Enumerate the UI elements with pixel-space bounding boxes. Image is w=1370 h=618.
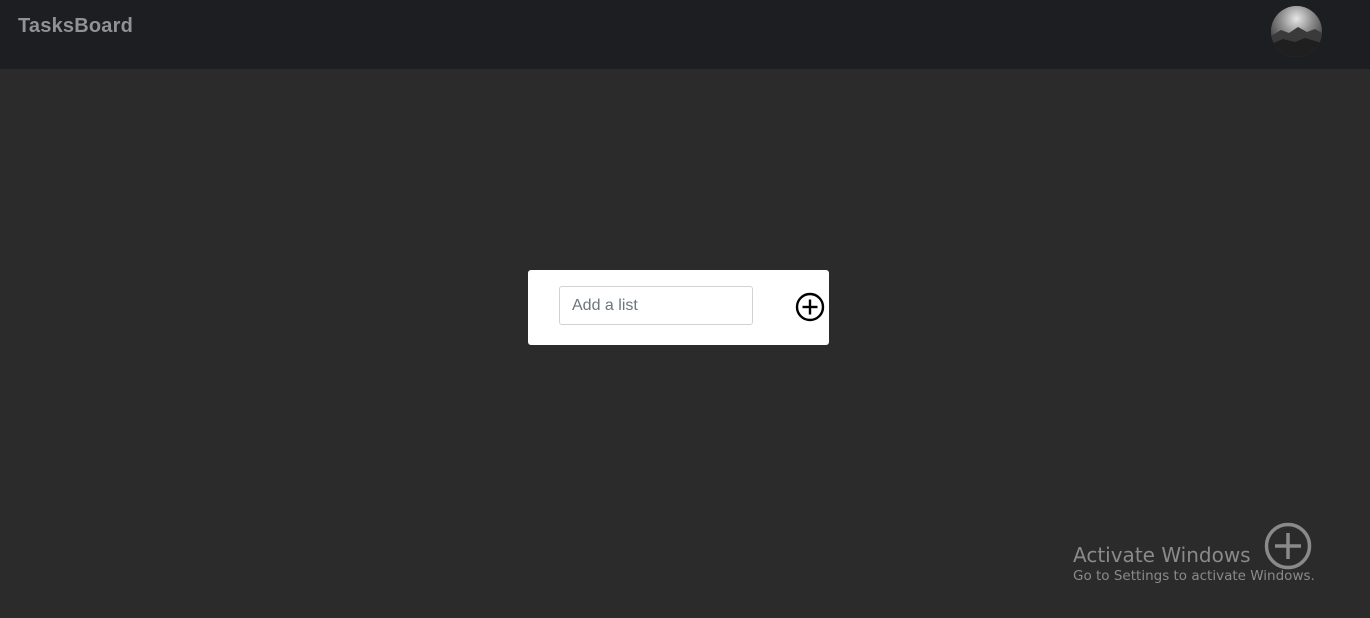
- add-list-card: [528, 270, 829, 345]
- plus-circle-icon: [1264, 522, 1312, 570]
- add-list-input[interactable]: [559, 286, 753, 325]
- user-avatar[interactable]: [1271, 6, 1322, 57]
- add-list-button[interactable]: [795, 292, 825, 322]
- plus-circle-icon: [795, 292, 825, 322]
- brand-title[interactable]: TasksBoard: [18, 15, 133, 38]
- top-navbar: TasksBoard: [0, 0, 1370, 69]
- avatar-image: [1271, 6, 1322, 57]
- floating-add-button[interactable]: [1264, 522, 1312, 570]
